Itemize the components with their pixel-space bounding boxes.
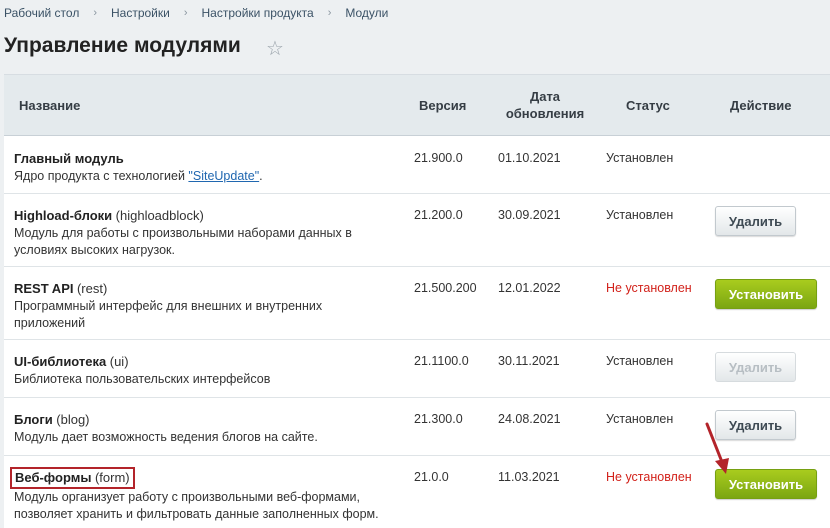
module-status: Установлен xyxy=(606,412,674,426)
module-description: Модуль организует работу с произвольными… xyxy=(14,490,379,521)
siteupdate-link[interactable]: "SiteUpdate" xyxy=(188,169,259,183)
install-button[interactable]: Установить xyxy=(715,279,817,309)
module-name-cell: Веб-формы (form) Модуль организует работ… xyxy=(10,467,394,523)
module-description: Программный интерфейс для внешних и внут… xyxy=(14,299,323,330)
module-title: Главный модуль xyxy=(14,151,124,166)
table-row: Highload-блоки (highloadblock) Модуль дл… xyxy=(4,193,830,267)
module-date: 11.03.2021 xyxy=(498,470,560,484)
column-header-action: Действие xyxy=(730,97,792,113)
breadcrumb-modules[interactable]: Модули xyxy=(345,6,388,20)
module-version: 21.500.200 xyxy=(414,281,477,295)
module-status: Установлен xyxy=(606,354,674,368)
module-description: Модуль дает возможность ведения блогов н… xyxy=(14,430,318,444)
module-description: Ядро продукта с технологией "SiteUpdate"… xyxy=(14,168,394,185)
module-title: REST API xyxy=(14,281,74,296)
module-status: Не установлен xyxy=(606,470,692,484)
highlight-box: Веб-формы (form) xyxy=(10,467,135,489)
module-code: (rest) xyxy=(76,281,108,296)
module-version: 21.900.0 xyxy=(414,151,463,165)
module-code: (highloadblock) xyxy=(115,208,204,223)
chevron-right-icon: › xyxy=(327,7,332,19)
column-header-version: Версия xyxy=(419,97,467,113)
module-date: 30.09.2021 xyxy=(498,208,561,222)
module-name-cell: Главный модуль Ядро продукта с технологи… xyxy=(14,150,394,185)
module-code: (ui) xyxy=(109,354,129,369)
delete-button-disabled: Удалить xyxy=(715,352,796,382)
module-status: Не установлен xyxy=(606,281,692,295)
chevron-right-icon: › xyxy=(183,7,188,19)
table-header: Название Версия Дата обновления Статус Д… xyxy=(4,75,830,136)
module-version: 21.200.0 xyxy=(414,208,463,222)
column-header-name: Название xyxy=(19,97,81,113)
column-header-date: Дата обновления xyxy=(505,89,585,121)
module-title: Блоги xyxy=(14,412,53,427)
delete-button[interactable]: Удалить xyxy=(715,206,796,236)
breadcrumb-settings[interactable]: Настройки xyxy=(111,6,170,20)
table-row: UI-библиотека (ui) Библиотека пользовате… xyxy=(4,339,830,398)
breadcrumb: Рабочий стол › Настройки › Настройки про… xyxy=(4,5,388,21)
breadcrumb-product-settings[interactable]: Настройки продукта xyxy=(202,6,314,20)
table-row: Главный модуль Ядро продукта с технологи… xyxy=(4,136,830,194)
module-date: 12.01.2022 xyxy=(498,281,561,295)
module-version: 21.1100.0 xyxy=(414,354,469,368)
module-description: Библиотека пользовательских интерфейсов xyxy=(14,372,271,386)
module-title: Веб-формы xyxy=(15,470,92,485)
module-description-text: Ядро продукта с технологией xyxy=(14,169,185,183)
module-date: 01.10.2021 xyxy=(498,151,561,165)
module-status: Установлен xyxy=(606,208,674,222)
chevron-right-icon: › xyxy=(93,7,97,19)
arrow-icon xyxy=(705,422,729,474)
breadcrumb-desktop[interactable]: Рабочий стол xyxy=(4,6,79,20)
page-title: Управление модулями xyxy=(4,34,241,57)
module-name-cell: REST API (rest) Программный интерфейс дл… xyxy=(14,280,394,332)
module-code: (blog) xyxy=(56,412,90,427)
module-version: 21.300.0 xyxy=(414,412,463,426)
module-version: 21.0.0 xyxy=(414,470,449,484)
table-row: REST API (rest) Программный интерфейс дл… xyxy=(4,266,830,340)
module-name-cell: Блоги (blog) Модуль дает возможность вед… xyxy=(14,411,394,446)
module-description: Модуль для работы с произвольными набора… xyxy=(14,226,352,257)
star-icon[interactable]: ☆ xyxy=(266,36,284,61)
module-title: Highload-блоки xyxy=(14,208,113,223)
module-name-cell: Highload-блоки (highloadblock) Модуль дл… xyxy=(14,207,394,259)
module-name-cell: UI-библиотека (ui) Библиотека пользовате… xyxy=(14,353,394,388)
module-status: Установлен xyxy=(606,151,674,165)
module-title: UI-библиотека xyxy=(14,354,107,369)
module-description-end: . xyxy=(259,169,263,183)
module-date: 30.11.2021 xyxy=(498,354,560,368)
module-date: 24.08.2021 xyxy=(498,412,561,426)
module-code: (form) xyxy=(94,470,130,485)
column-header-status: Статус xyxy=(626,97,670,113)
